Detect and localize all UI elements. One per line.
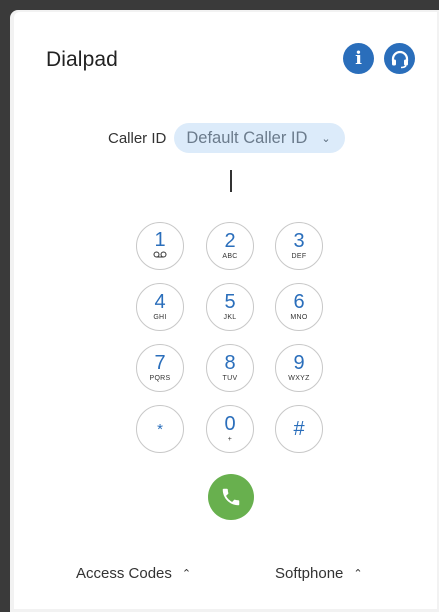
caller-id-row: Caller ID Default Caller ID ⌄ [108, 123, 345, 153]
key-letters: DEF [291, 252, 307, 260]
voicemail-icon [153, 251, 167, 261]
info-icon: i [355, 47, 362, 69]
caller-id-label: Caller ID [108, 129, 167, 147]
access-codes-label: Access Codes [76, 565, 172, 582]
access-codes-toggle[interactable]: Access Codes ⌃ [76, 565, 191, 582]
key-letters: GHI [153, 313, 167, 321]
key-letters: TUV [222, 374, 238, 382]
key-letters: JKL [223, 313, 237, 321]
chevron-down-icon: ⌄ [321, 132, 331, 145]
page-title: Dialpad [46, 48, 118, 71]
key-7[interactable]: 7 PQRS [136, 344, 184, 392]
key-digit: 7 [154, 351, 166, 374]
dialpad-panel: Dialpad i Caller ID Default Caller ID ⌄ … [14, 12, 437, 609]
key-digit: 6 [293, 290, 305, 313]
key-digit: 3 [293, 229, 305, 252]
softphone-toggle[interactable]: Softphone ⌃ [275, 565, 363, 582]
dialpad-window: Dialpad i Caller ID Default Caller ID ⌄ … [10, 10, 439, 612]
key-letters: WXYZ [288, 374, 310, 382]
key-digit: 5 [224, 290, 236, 313]
key-digit: 8 [224, 351, 236, 374]
phone-icon [222, 488, 240, 506]
key-digit: # [293, 417, 305, 440]
headset-icon [391, 50, 408, 68]
key-star[interactable]: * [136, 405, 184, 453]
info-button[interactable]: i [343, 43, 374, 74]
key-digit: * [157, 420, 163, 438]
key-digit: 2 [224, 229, 236, 252]
key-letters: + [227, 435, 233, 443]
key-3[interactable]: 3 DEF [275, 222, 323, 270]
caller-id-value: Default Caller ID [186, 128, 308, 147]
key-letters: ABC [222, 252, 238, 260]
key-5[interactable]: 5 JKL [206, 283, 254, 331]
softphone-label: Softphone [275, 565, 344, 582]
key-hash[interactable]: # [275, 405, 323, 453]
chevron-up-icon: ⌃ [353, 568, 363, 580]
key-digit: 0 [224, 412, 236, 435]
key-letters: PQRS [149, 374, 171, 382]
call-button[interactable] [208, 474, 254, 520]
key-2[interactable]: 2 ABC [206, 222, 254, 270]
chevron-up-icon: ⌃ [181, 568, 192, 580]
key-6[interactable]: 6 MNO [275, 283, 323, 331]
key-1[interactable]: 1 [136, 222, 184, 270]
key-0[interactable]: 0 + [206, 405, 254, 453]
key-digit: 9 [293, 351, 305, 374]
support-button[interactable] [384, 43, 415, 74]
key-letters: MNO [290, 313, 308, 321]
key-8[interactable]: 8 TUV [206, 344, 254, 392]
key-digit: 4 [154, 290, 166, 313]
key-9[interactable]: 9 WXYZ [275, 344, 323, 392]
key-4[interactable]: 4 GHI [136, 283, 184, 331]
key-digit: 1 [154, 229, 166, 251]
caller-id-select[interactable]: Default Caller ID ⌄ [174, 123, 345, 153]
number-input[interactable] [230, 170, 232, 192]
